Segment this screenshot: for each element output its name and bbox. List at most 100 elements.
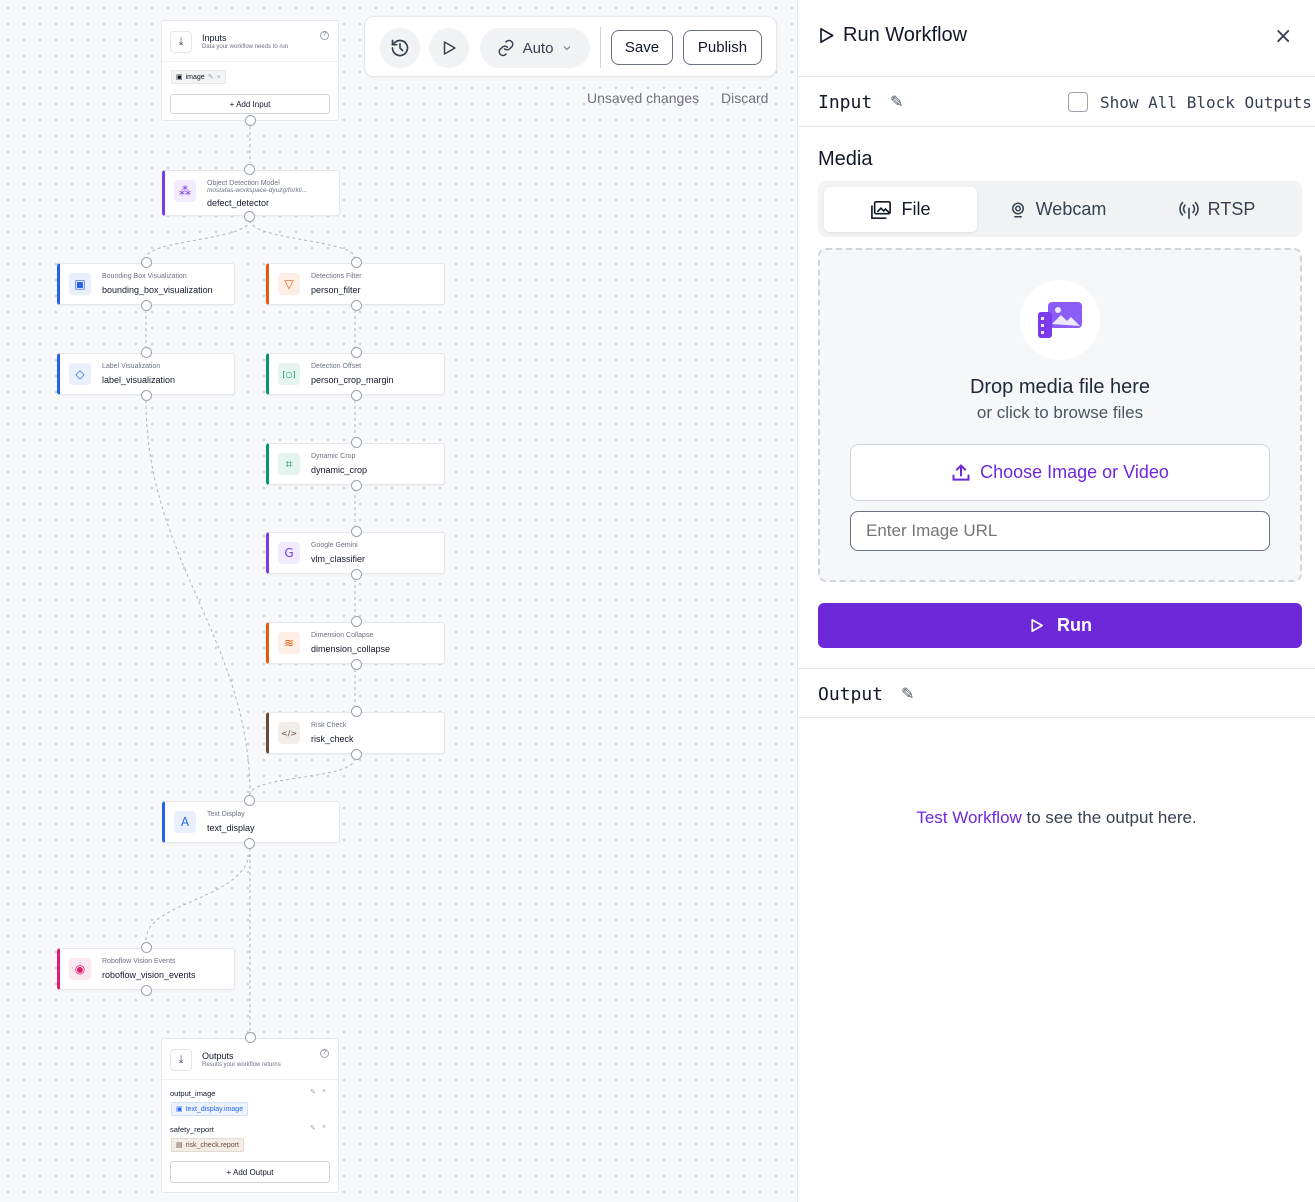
history-button[interactable] — [380, 28, 420, 68]
offset-icon: [○] — [278, 363, 300, 385]
edit-icon[interactable]: ✎ — [310, 1124, 316, 1132]
divider — [162, 1079, 338, 1080]
block-vlm[interactable]: G Google Gemini vlm_classifier — [266, 532, 445, 574]
block-dynamic-crop[interactable]: ⌗ Dynamic Crop dynamic_crop — [266, 443, 445, 485]
tab-file[interactable]: File — [824, 187, 977, 232]
workflow-edges — [145, 126, 356, 1032]
input-port[interactable] — [351, 437, 362, 448]
block-text-display[interactable]: A Text Display text_display — [162, 801, 340, 843]
output-port[interactable] — [141, 985, 152, 996]
input-port[interactable] — [141, 347, 152, 358]
outputs-title: Outputs — [202, 1051, 234, 1061]
output-port[interactable] — [351, 480, 362, 491]
workflow-canvas[interactable]: ⤓ Inputs Data your workflow needs to run… — [0, 0, 797, 1202]
add-input-button[interactable]: + Add Input — [170, 94, 330, 114]
output-port[interactable] — [351, 749, 362, 760]
block-defect-detector[interactable]: ⁂ Object Detection Model mostafas-workspac… — [162, 170, 340, 216]
block-bbox[interactable]: ▣ Bounding Box Visualization bounding_box_… — [57, 263, 235, 305]
filter-icon: ▽ — [278, 273, 300, 295]
run-button[interactable]: Run — [818, 603, 1302, 648]
input-port[interactable] — [244, 795, 255, 806]
block-model-id: mostafas-workspace-dyuzg/forkli... — [207, 187, 308, 194]
block-label-vis[interactable]: ◇ Label Visualization label_visualization — [57, 353, 235, 395]
input-chip-image[interactable]: ▣ image ✎ × — [171, 70, 226, 84]
input-port[interactable] — [351, 706, 362, 717]
choose-media-button[interactable]: Choose Image or Video — [850, 444, 1270, 501]
edit-output-icon[interactable]: ✎ — [901, 684, 914, 703]
output-port[interactable] — [244, 838, 255, 849]
play-icon — [443, 41, 456, 55]
output-chip[interactable]: ▤ risk_check.report — [171, 1138, 244, 1152]
media-dropzone[interactable]: Drop media file here or click to browse … — [818, 248, 1302, 582]
block-risk[interactable]: </> Risk Check risk_check — [266, 712, 445, 754]
input-port[interactable] — [244, 164, 255, 175]
input-port[interactable] — [351, 526, 362, 537]
upload-icon — [952, 463, 970, 481]
eye-icon: ◉ — [69, 958, 91, 980]
output-port[interactable] — [244, 211, 255, 222]
chevron-down-icon — [564, 46, 571, 51]
bounding-box-icon: ▣ — [69, 273, 91, 295]
output-port[interactable] — [351, 569, 362, 580]
image-icon: ▣ — [176, 1106, 183, 1113]
input-port[interactable] — [245, 1032, 256, 1043]
image-url-input[interactable] — [850, 511, 1270, 551]
block-events[interactable]: ◉ Roboflow Vision Events roboflow_vision_e… — [57, 948, 235, 990]
save-button[interactable]: Save — [611, 30, 673, 65]
output-name: output_image — [170, 1089, 216, 1098]
show-all-label[interactable]: Show All Block Outputs — [1100, 93, 1312, 112]
divider — [162, 61, 338, 62]
block-type: Text Display — [207, 811, 245, 818]
drop-title: Drop media file here — [969, 376, 1151, 398]
edit-input-icon[interactable]: ✎ — [890, 92, 903, 111]
drop-subtitle: or click to browse files — [976, 403, 1144, 422]
help-icon[interactable]: ? — [320, 1049, 329, 1058]
block-name: person_filter — [311, 285, 361, 295]
output-port[interactable] — [141, 390, 152, 401]
inputs-description: Data your workflow needs to run — [202, 44, 289, 50]
images-icon — [1038, 302, 1082, 338]
remove-icon[interactable]: × — [217, 74, 221, 81]
block-collapse[interactable]: ≋ Dimension Collapse dimension_collapse — [266, 622, 445, 664]
output-empty-rest: to see the output here. — [1021, 808, 1197, 827]
discard-button[interactable]: Discard — [721, 90, 768, 106]
output-port[interactable] — [351, 659, 362, 670]
block-person-filter[interactable]: ▽ Detections Filter person_filter — [266, 263, 445, 305]
help-icon[interactable]: ? — [320, 31, 329, 40]
close-icon[interactable]: × — [1274, 24, 1292, 49]
download-icon: ⤓ — [170, 31, 192, 53]
tab-rtsp[interactable]: RTSP — [1138, 187, 1296, 232]
input-port[interactable] — [141, 942, 152, 953]
output-port[interactable] — [351, 390, 362, 401]
output-port[interactable] — [351, 300, 362, 311]
tab-rtsp-label: RTSP — [1207, 199, 1256, 219]
output-port[interactable] — [245, 115, 256, 126]
show-all-checkbox[interactable] — [1068, 92, 1088, 112]
output-section-label: Output — [818, 684, 884, 705]
output-port[interactable] — [141, 300, 152, 311]
block-type: Dimension Collapse — [311, 632, 374, 639]
publish-button[interactable]: Publish — [683, 30, 762, 65]
output-chip[interactable]: ▣ text_display.image — [171, 1102, 249, 1116]
input-port[interactable] — [351, 616, 362, 627]
block-crop-margin[interactable]: [○] Detection Offset person_crop_margin — [266, 353, 445, 395]
run-preview-button[interactable] — [429, 28, 469, 68]
input-port[interactable] — [351, 347, 362, 358]
text-icon: A — [174, 811, 196, 833]
add-output-button[interactable]: + Add Output — [170, 1161, 330, 1183]
tab-webcam[interactable]: Webcam — [981, 187, 1134, 232]
edit-icon[interactable]: ✎ — [208, 73, 214, 81]
remove-icon[interactable]: × — [322, 1088, 326, 1095]
test-workflow-link[interactable]: Test Workflow — [916, 808, 1022, 827]
webcam-icon — [1011, 202, 1024, 217]
input-port[interactable] — [141, 257, 152, 268]
input-section-label: Input — [818, 92, 873, 113]
block-name: dimension_collapse — [311, 644, 391, 654]
inputs-node[interactable]: ⤓ Inputs Data your workflow needs to run… — [161, 20, 339, 121]
outputs-node[interactable]: ⤓ Outputs Results your workflow returns … — [161, 1038, 339, 1193]
divider — [798, 126, 1315, 127]
edit-icon[interactable]: ✎ — [310, 1088, 316, 1096]
input-port[interactable] — [351, 257, 362, 268]
auto-mode-dropdown[interactable]: Auto — [480, 28, 590, 68]
remove-icon[interactable]: × — [322, 1124, 326, 1131]
